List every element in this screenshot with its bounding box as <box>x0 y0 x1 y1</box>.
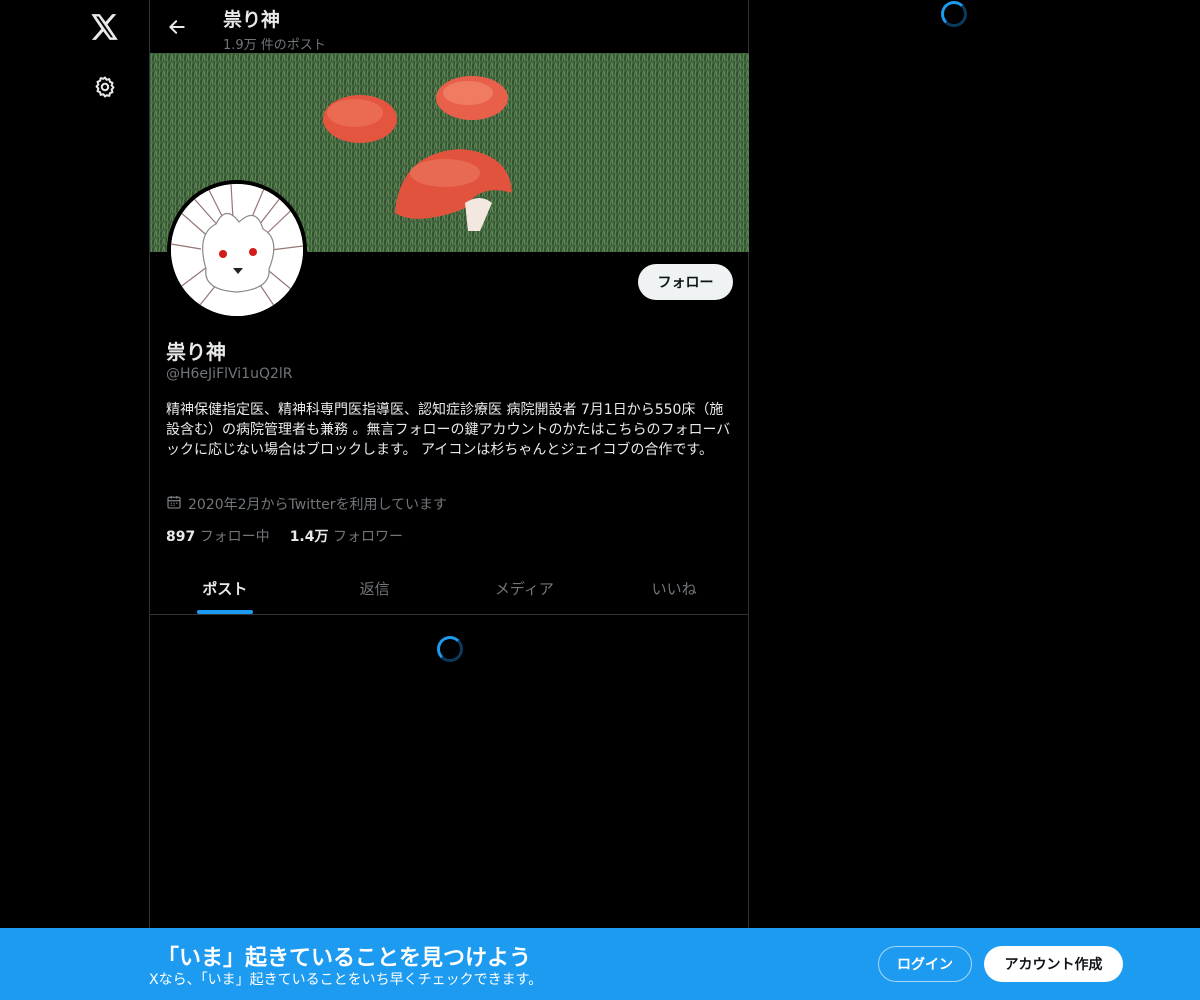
profile-name: 祟り神 <box>166 340 226 364</box>
followers-link[interactable]: 1.4万 フォロワー <box>290 526 403 546</box>
left-rail <box>0 0 150 1000</box>
profile-bio: 精神保健指定医、精神科専門医指導医、認知症診療医 病院開設者 7月1日から550… <box>166 402 731 458</box>
gear-icon[interactable] <box>91 73 119 101</box>
tab-media[interactable]: メディア <box>450 562 600 614</box>
follow-button[interactable]: フォロー <box>638 264 733 300</box>
arrow-left-icon[interactable] <box>164 14 190 40</box>
loading-spinner <box>437 636 463 662</box>
followers-count: 1.4万 <box>289 529 329 545</box>
create-account-button[interactable]: アカウント作成 <box>984 946 1123 982</box>
tab-posts[interactable]: ポスト <box>150 562 300 614</box>
joined-date: 2020年2月からTwitterを利用しています <box>166 494 447 514</box>
following-label: フォロー中 <box>199 529 270 545</box>
avatar[interactable] <box>167 180 307 320</box>
x-logo-icon[interactable] <box>90 12 120 42</box>
profile-handle: @H6eJiFlVi1uQ2lR <box>166 366 293 382</box>
calendar-icon <box>166 494 182 514</box>
joined-text: 2020年2月からTwitterを利用しています <box>188 497 448 513</box>
header-post-count: 1.9万 件のポスト <box>223 38 326 53</box>
profile-stats: 897 フォロー中 1.4万 フォロワー <box>166 526 403 546</box>
followers-label: フォロワー <box>332 529 403 545</box>
signup-banner-title: 「いま」起きていることを見つけよう <box>157 946 532 971</box>
sidebar-loading-spinner <box>941 1 967 27</box>
profile-column: 祟り神 1.9万 件のポスト フォロー 祟り神 @H6eJiFlVi1uQ2lR… <box>149 0 749 1000</box>
following-count: 897 <box>166 529 196 545</box>
signup-banner: 「いま」起きていることを見つけよう Xなら、「いま」起きていることをいち早くチェ… <box>0 928 1200 1000</box>
tab-likes[interactable]: いいね <box>599 562 749 614</box>
signup-banner-subtitle: Xなら、「いま」起きていることをいち早くチェックできます。 <box>149 972 543 988</box>
profile-tabs: ポスト 返信 メディア いいね <box>150 562 749 615</box>
following-link[interactable]: 897 フォロー中 <box>166 526 270 546</box>
tab-replies[interactable]: 返信 <box>300 562 450 614</box>
profile-header-bar: 祟り神 1.9万 件のポスト <box>150 0 750 53</box>
login-button[interactable]: ログイン <box>878 946 972 982</box>
header-title: 祟り神 <box>223 9 281 31</box>
